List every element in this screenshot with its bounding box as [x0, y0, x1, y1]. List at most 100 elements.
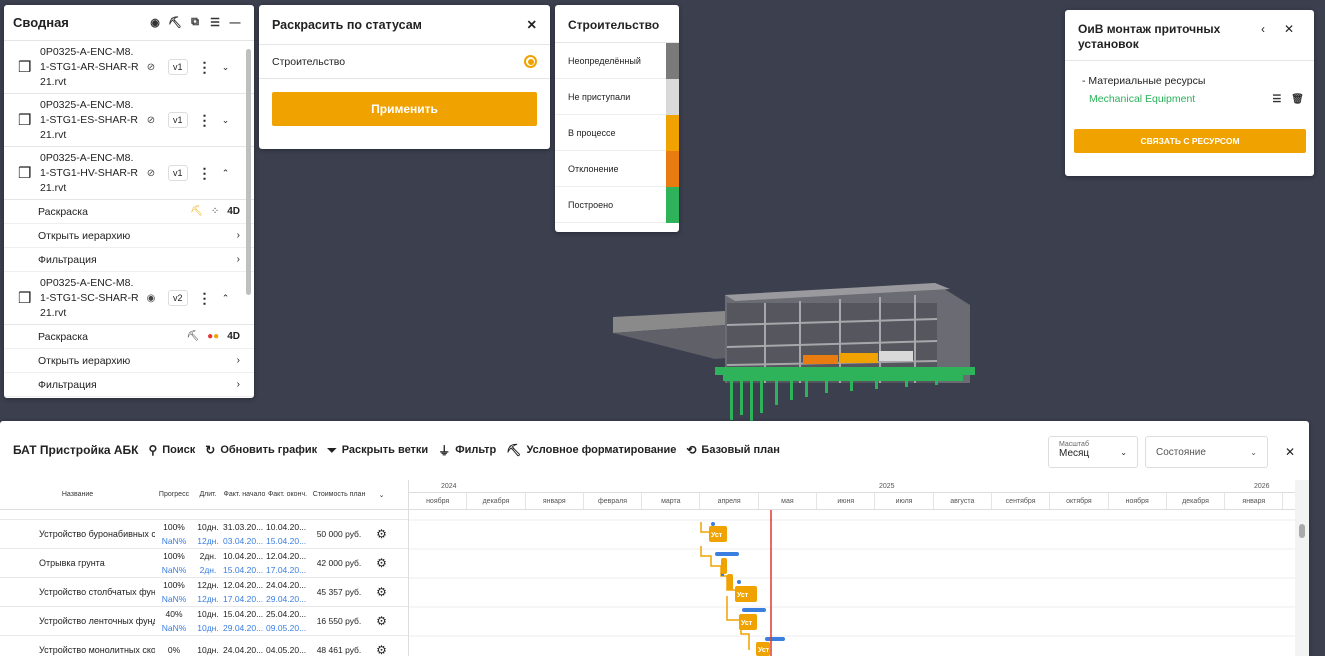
gear-icon[interactable]: ⚙	[369, 585, 394, 599]
conditional-format-button[interactable]: ⛏ Условное форматирование	[506, 443, 676, 457]
resource-item[interactable]: Mechanical Equipment ☰ 🗑	[1065, 87, 1314, 105]
legend-item: Отклонение	[555, 151, 679, 187]
chevron-up-icon[interactable]: ⌃	[218, 168, 234, 179]
trash-icon[interactable]: 🗑	[1291, 94, 1304, 105]
col-cost[interactable]: Стоимость план	[309, 491, 369, 498]
models-panel: Сводная ◉ ⛏ ⧉ ☰ — ❒ 0P0325-A-ENC-M8. 1-ST…	[4, 5, 254, 398]
table-row[interactable]: Устройство столбчатых фунд 100% NaN% 12дн. 1…	[0, 578, 408, 607]
version-badge[interactable]: v1	[168, 59, 188, 75]
table-row[interactable]: Отрывка грунта 100% NaN% 2дн. 2дн. 10.04.20..…	[0, 549, 408, 578]
eye-hidden-icon[interactable]: ⊘	[140, 62, 162, 73]
task-fact-end: 04.05.20...	[266, 645, 307, 655]
chevron-up-icon[interactable]: ⌃	[218, 293, 234, 304]
col-progress[interactable]: Прогресс	[155, 491, 193, 498]
gantt-table: Название Прогресс Длит. Факт. начало Фак…	[0, 480, 409, 656]
eye-hidden-icon[interactable]: ⊘	[140, 168, 162, 179]
task-duration: 10дн. 12дн.	[197, 522, 219, 546]
settings-sliders-icon[interactable]: ☰	[205, 16, 225, 29]
month-label: февраля	[584, 493, 643, 509]
paint-roller-icon[interactable]: ⛏	[190, 206, 203, 217]
chevron-down-icon[interactable]: ⌄	[218, 115, 234, 126]
month-label: июля	[875, 493, 934, 509]
task-fact-end: 25.04.20... 09.05.20...	[266, 609, 307, 633]
version-badge[interactable]: v2	[168, 290, 188, 306]
more-icon[interactable]: ⋮	[196, 59, 214, 76]
gear-icon[interactable]: ⚙	[369, 527, 394, 541]
legend-item: В процессе	[555, 115, 679, 151]
eye-icon[interactable]: ◉	[140, 293, 162, 304]
gantt-bars[interactable]: Уст Уст Уст Уст	[409, 510, 1295, 656]
settings-sliders-icon[interactable]: ☰	[1272, 94, 1281, 105]
chevron-down-icon[interactable]: ⌄	[218, 62, 234, 73]
model-cube-icon: ❒	[18, 112, 32, 129]
status-option[interactable]: Строительство	[259, 45, 550, 79]
open-hierarchy-row[interactable]: Открыть иерархию ›	[4, 224, 254, 248]
filtration-row[interactable]: Фильтрация ›	[4, 373, 254, 397]
status-dots-icon[interactable]: ⁘	[211, 206, 219, 217]
building-3d-model[interactable]	[605, 275, 985, 425]
search-button[interactable]: ⚲ Поиск	[148, 443, 195, 457]
eye-hidden-icon[interactable]: ⊘	[140, 115, 162, 126]
chevron-left-icon[interactable]: ‹	[1250, 22, 1276, 60]
task-cost: 48 461 руб.	[316, 645, 362, 655]
col-name[interactable]: Название	[0, 491, 155, 498]
task-cost: 16 550 руб.	[316, 616, 362, 626]
close-icon[interactable]: ✕	[1276, 22, 1302, 60]
coloring-row[interactable]: Раскраска ⛏ ⁘ 4D	[4, 200, 254, 224]
table-row[interactable]: Устройство ленточных фунд 40% NaN% 10дн. 10д…	[0, 607, 408, 636]
month-label: марта	[642, 493, 701, 509]
month-label: июня	[817, 493, 876, 509]
model-item[interactable]: ❒ 0P0325-A-ENC-M8. 1-STG1-HV-SHAR-R 21.rvt…	[4, 147, 254, 200]
model-item[interactable]: ❒ 0P0325-A-ENC-M8. 1-STG1-AR-SHAR-R 21.rvt…	[4, 41, 254, 94]
baseline-button[interactable]: ⟲ Базовый план	[686, 443, 780, 457]
legend-swatch	[666, 187, 679, 223]
gear-icon[interactable]: ⚙	[369, 556, 394, 570]
more-icon[interactable]: ⋮	[196, 165, 214, 182]
chevron-down-icon[interactable]: ⌄	[369, 491, 394, 499]
legend-swatch	[666, 79, 679, 115]
refresh-chart-button[interactable]: ↻ Обновить график	[205, 443, 317, 457]
model-item[interactable]: ❒ 0P0325-A-ENC-M8. 1-STG1-ES-SHAR-R 21.rvt…	[4, 94, 254, 147]
model-name: 0P0325-A-ENC-M8. 1-STG1-ES-SHAR-R 21.rvt	[40, 98, 139, 141]
eye-icon[interactable]: ◉	[145, 16, 165, 29]
col-fact-end[interactable]: Факт. оконч.	[266, 491, 309, 498]
more-icon[interactable]: ⋮	[196, 112, 214, 129]
link-resource-button[interactable]: СВЯЗАТЬ С РЕСУРСОМ	[1074, 129, 1306, 153]
minimize-icon[interactable]: —	[225, 17, 245, 29]
gear-icon[interactable]: ⚙	[369, 614, 394, 628]
resource-item-label[interactable]: Mechanical Equipment	[1089, 93, 1262, 105]
version-badge[interactable]: v1	[168, 112, 188, 128]
scrollbar[interactable]	[246, 49, 251, 295]
close-icon[interactable]: ✕	[1285, 445, 1295, 459]
state-select[interactable]: Состояние ⌄	[1145, 436, 1268, 468]
col-fact-start[interactable]: Факт. начало	[223, 491, 266, 498]
badge-4d[interactable]: 4D	[227, 206, 240, 217]
export-icon[interactable]: ⧉	[185, 16, 205, 29]
table-row[interactable]: Устройство монолитных ско 0% 10дн. 24.04.20…	[0, 636, 408, 656]
coloring-row[interactable]: Раскраска ⛏ ●● 4D	[4, 325, 254, 349]
expand-branches-button[interactable]: ⏷ Раскрыть ветки	[327, 443, 428, 458]
gantt-chart[interactable]: 2024 2025 2026 ноября декабря января феврал…	[409, 480, 1295, 656]
paint-roller-icon[interactable]: ⛏	[165, 16, 185, 29]
task-name: Устройство буронабивных св	[39, 529, 155, 539]
table-row[interactable]: Устройство буронабивных св 100% NaN% 10дн. 1…	[0, 520, 408, 549]
paint-roller-icon[interactable]: ⛏	[186, 331, 199, 342]
close-icon[interactable]: ✕	[527, 17, 537, 32]
month-label: октября	[1050, 493, 1109, 509]
model-item[interactable]: ❒ 0P0325-A-ENC-M8. 1-STG1-SC-SHAR-R 21.rvt…	[4, 272, 254, 325]
gear-icon[interactable]: ⚙	[369, 643, 394, 656]
version-badge[interactable]: v1	[168, 165, 188, 181]
more-icon[interactable]: ⋮	[196, 290, 214, 307]
task-duration: 10дн. 10дн.	[197, 609, 219, 633]
open-hierarchy-row[interactable]: Открыть иерархию ›	[4, 349, 254, 373]
scale-select[interactable]: Масштаб Месяц ⌄	[1048, 436, 1138, 468]
open-hierarchy-label: Открыть иерархию	[38, 229, 131, 242]
badge-4d[interactable]: 4D	[227, 331, 240, 342]
col-duration[interactable]: Длит.	[193, 491, 223, 498]
status-dots-icon[interactable]: ●●	[207, 331, 219, 342]
apply-button[interactable]: Применить	[272, 92, 537, 126]
filter-button[interactable]: ⏚ Фильтр	[438, 442, 496, 459]
vertical-scrollbar[interactable]	[1295, 480, 1309, 656]
radio-selected[interactable]	[524, 55, 537, 68]
filtration-row[interactable]: Фильтрация ›	[4, 248, 254, 272]
